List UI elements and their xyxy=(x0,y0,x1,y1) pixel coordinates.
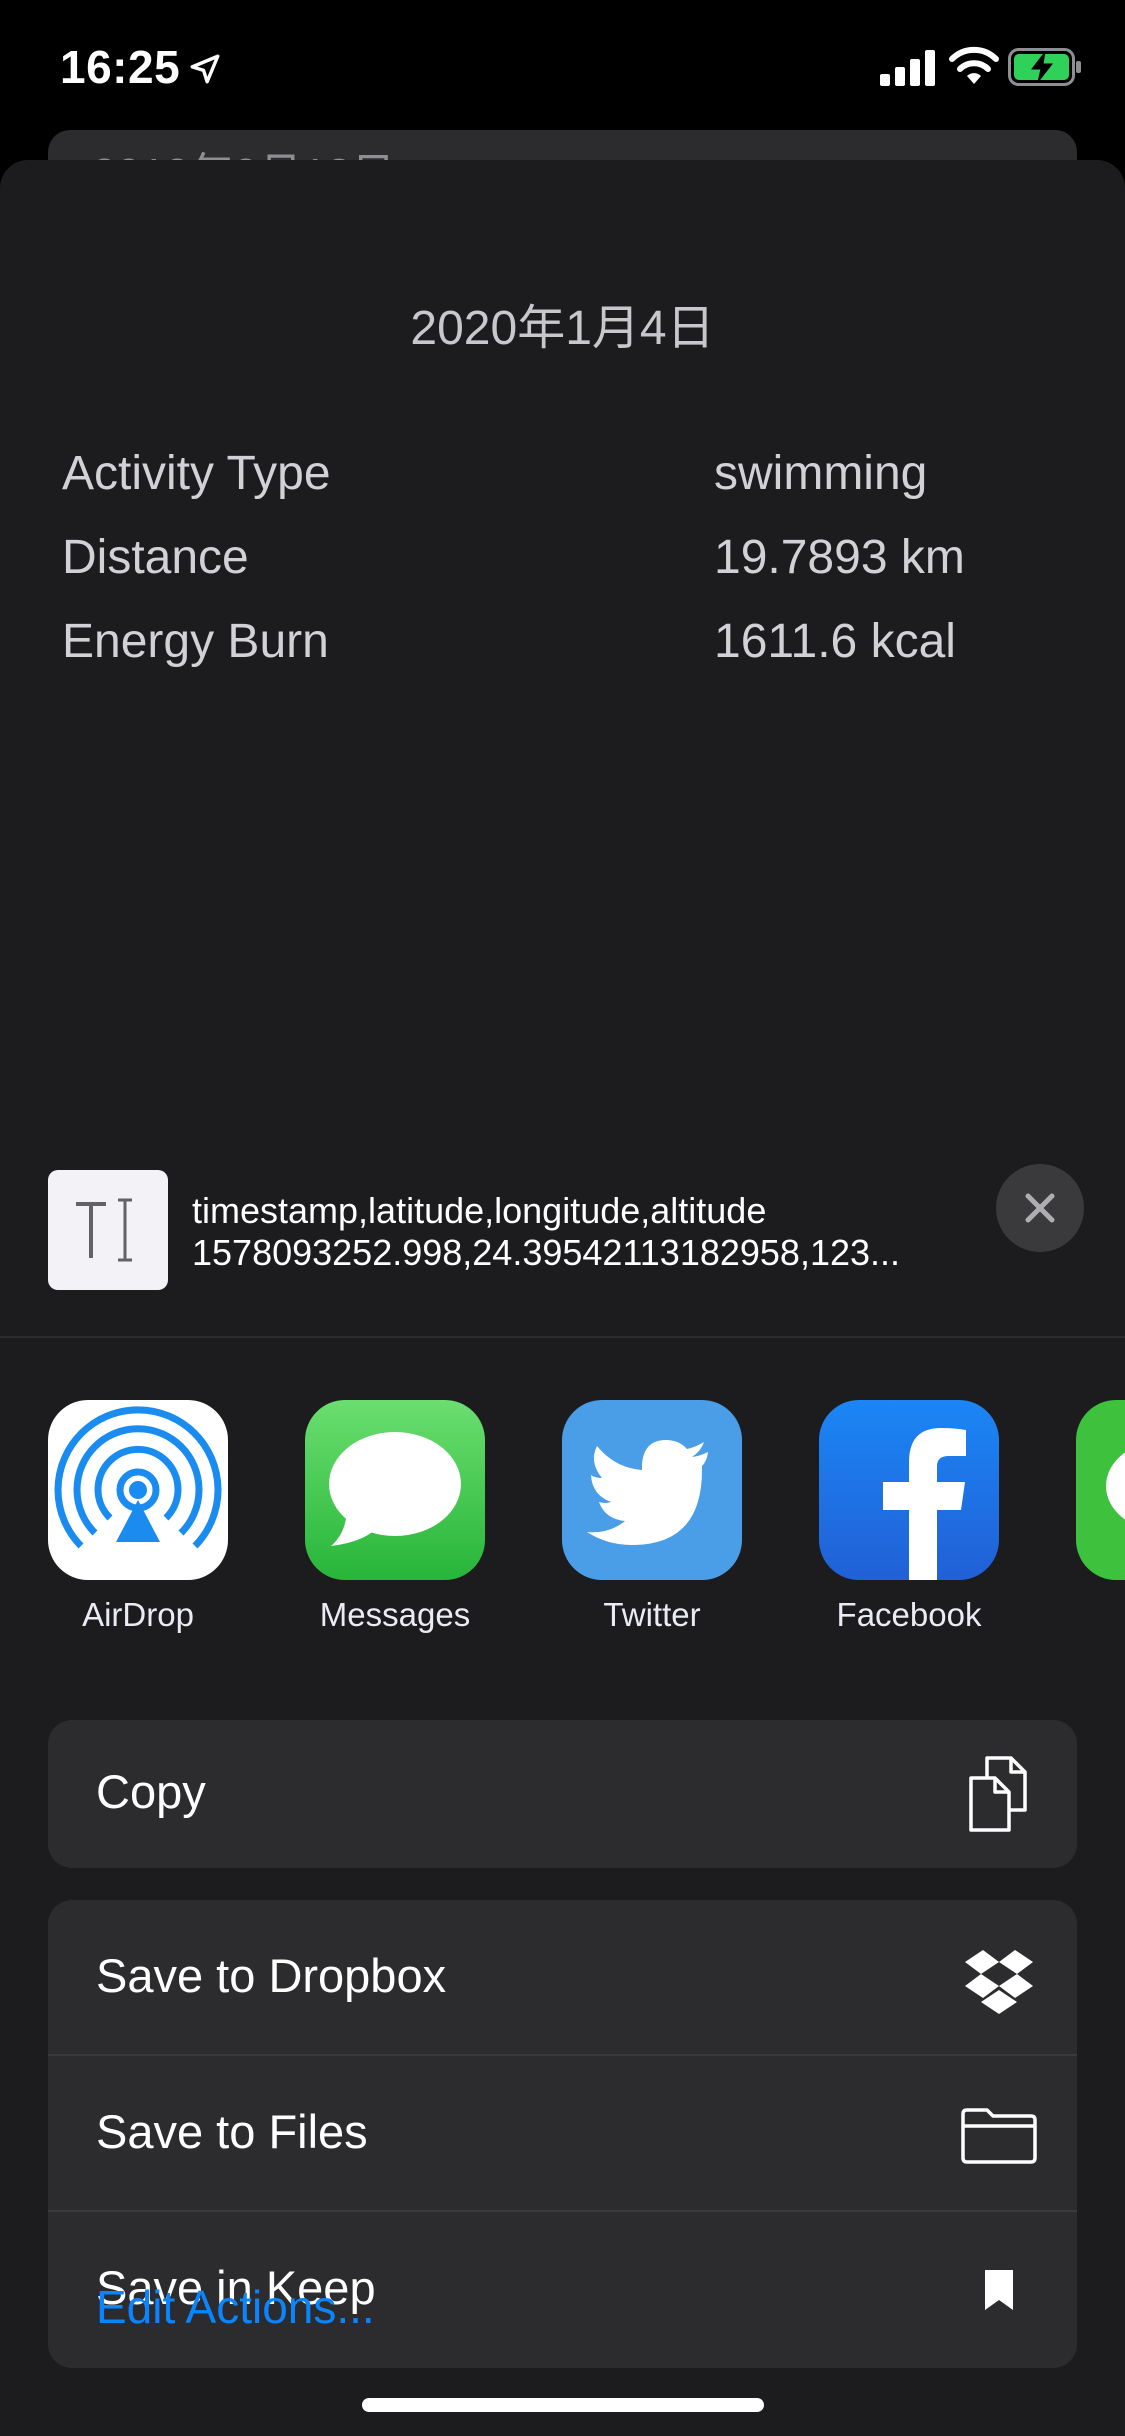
messages-icon xyxy=(305,1400,485,1580)
copy-icon xyxy=(969,1756,1027,1832)
close-icon xyxy=(1025,1193,1055,1223)
save-to-dropbox-action[interactable]: Save to Dropbox xyxy=(48,1900,1077,2056)
distance-row: Distance 19.7893 km xyxy=(62,530,1062,600)
share-app-airdrop[interactable]: AirDrop xyxy=(18,1400,258,1640)
cellular-signal-icon xyxy=(880,50,935,86)
share-app-partial[interactable] xyxy=(1046,1400,1125,1640)
share-app-messages[interactable]: Messages xyxy=(275,1400,515,1640)
activity-type-row: Activity Type swimming xyxy=(62,446,1062,516)
save-to-dropbox-label: Save to Dropbox xyxy=(96,1949,447,2002)
save-to-files-label: Save to Files xyxy=(96,2105,368,2158)
share-app-facebook[interactable]: Facebook xyxy=(789,1400,1029,1640)
close-button[interactable] xyxy=(996,1164,1084,1252)
twitter-icon xyxy=(562,1400,742,1580)
app-icon xyxy=(1076,1400,1125,1580)
energy-burn-value: 1611.6 kcal xyxy=(714,615,956,668)
airdrop-icon xyxy=(48,1400,228,1580)
location-arrow-icon xyxy=(190,54,220,84)
share-preview-text: timestamp,latitude,longitude,altitude 15… xyxy=(192,1190,962,1274)
edit-actions-link[interactable]: Edit Actions... xyxy=(96,2280,375,2334)
activity-type-label: Activity Type xyxy=(62,447,331,500)
distance-label: Distance xyxy=(62,531,249,584)
wifi-icon xyxy=(949,46,999,84)
share-preview: timestamp,latitude,longitude,altitude 15… xyxy=(0,1120,1125,1338)
distance-value: 19.7893 km xyxy=(714,531,965,584)
share-app-label: Facebook xyxy=(836,1596,982,1633)
share-app-row: AirDrop Messages Twitter Facebook xyxy=(0,1400,1125,1640)
copy-action-label: Copy xyxy=(96,1765,206,1818)
energy-burn-label: Energy Burn xyxy=(62,615,329,668)
activity-date: 2020年1月4日 xyxy=(410,302,715,355)
facebook-icon xyxy=(819,1400,999,1580)
preview-line-1: timestamp,latitude,longitude,altitude xyxy=(192,1190,767,1231)
status-time: 16:25 xyxy=(60,41,181,93)
activity-type-value: swimming xyxy=(714,447,928,500)
share-app-label: Messages xyxy=(319,1596,471,1633)
copy-action-group: Copy xyxy=(48,1720,1077,1868)
share-app-label: AirDrop xyxy=(82,1596,194,1633)
status-bar: 16:25 xyxy=(0,0,1125,140)
battery-charging-icon xyxy=(1008,48,1081,86)
share-app-twitter[interactable]: Twitter xyxy=(532,1400,772,1640)
bookmark-icon xyxy=(985,2270,1013,2310)
share-app-label: Twitter xyxy=(603,1596,701,1633)
share-sheet: timestamp,latitude,longitude,altitude 15… xyxy=(0,1120,1125,2436)
energy-burn-row: Energy Burn 1611.6 kcal xyxy=(62,614,1062,684)
text-document-icon xyxy=(48,1170,168,1290)
copy-action[interactable]: Copy xyxy=(48,1720,1077,1868)
folder-icon xyxy=(961,2108,1037,2164)
activity-detail-sheet: 2020年1月4日 Activity Type swimming Distanc… xyxy=(0,160,1125,1240)
dropbox-icon xyxy=(965,1950,1033,2014)
home-indicator[interactable] xyxy=(362,2398,764,2412)
save-to-files-action[interactable]: Save to Files xyxy=(48,2056,1077,2212)
preview-line-2: 1578093252.998,24.3954211318295​8,123... xyxy=(192,1232,901,1273)
